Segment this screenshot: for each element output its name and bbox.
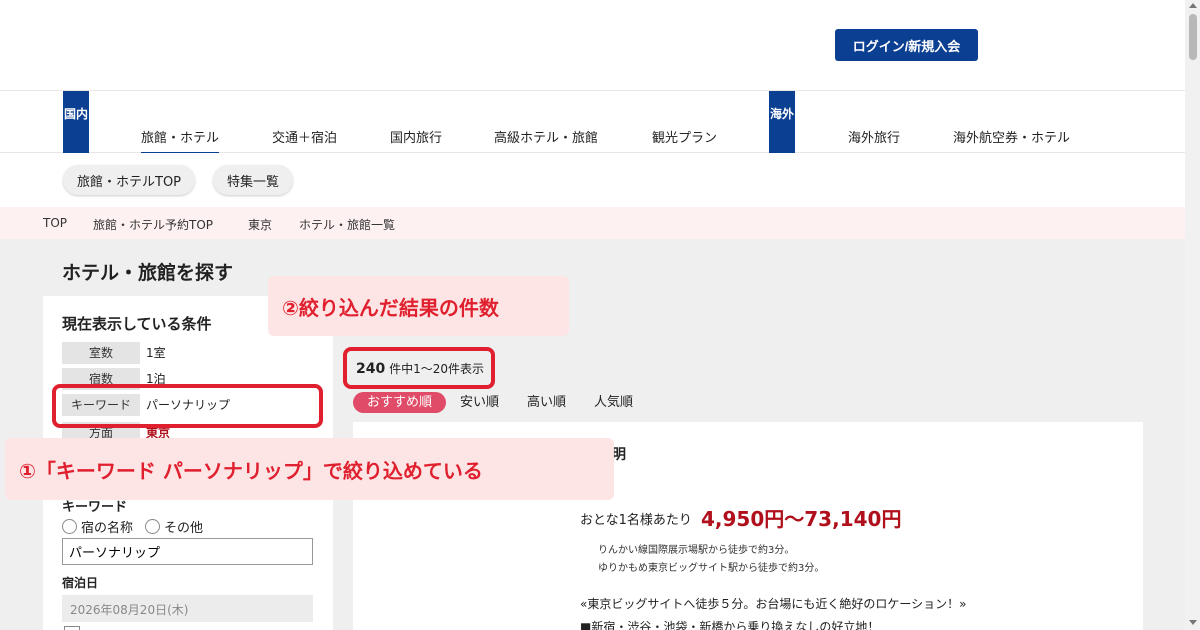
breadcrumb-current: ホテル・旅館一覧 <box>299 218 396 232</box>
option-checkbox[interactable] <box>64 626 80 630</box>
count-highlight-box <box>343 347 495 389</box>
nav-item-overseas-air-hotel[interactable]: 海外航空券・ホテル <box>953 127 1070 146</box>
scroll-up-icon[interactable] <box>1189 3 1197 8</box>
stay-date-input[interactable]: 2026年08月20日(木) <box>62 595 313 622</box>
keyword-highlight-box <box>52 384 323 428</box>
condition-label-rooms: 室数 <box>62 342 140 364</box>
sort-tab-recommended[interactable]: おすすめ順 <box>353 391 447 413</box>
annotation-callout-keyword: ①「キーワード パーソナリップ」で絞り込めている <box>5 438 614 500</box>
keyword-type-radios: 宿の名称 その他 <box>62 517 203 536</box>
radio-other[interactable] <box>145 519 161 534</box>
pill-hotels-top[interactable]: 旅館・ホテルTOP <box>63 165 196 195</box>
breadcrumb: TOP 旅館・ホテル予約TOP 東京 ホテル・旅館一覧 <box>0 207 1185 239</box>
login-signup-button[interactable]: ログイン/新規入会 <box>835 29 978 61</box>
access-line-1: りんかい線国際展示場駅から徒歩で約3分。 <box>598 545 795 556</box>
price-label: おとな1名様あたり <box>580 513 692 528</box>
access-line-2: ゆりかもめ東京ビッグサイト駅から徒歩で約3分。 <box>598 563 825 574</box>
sort-tabs: おすすめ順 安い順 高い順 人気順 <box>353 391 647 413</box>
nav-item-domestic-travel[interactable]: 国内旅行 <box>390 127 442 146</box>
keyword-input[interactable] <box>62 538 313 565</box>
sub-nav: 旅館・ホテルTOP 特集一覧 <box>0 153 1185 207</box>
radio-hotel-name[interactable] <box>62 519 77 534</box>
breadcrumb-tokyo[interactable]: 東京 <box>248 216 272 233</box>
radio-other-label: その他 <box>164 521 204 536</box>
nav-item-transport-stay[interactable]: 交通＋宿泊 <box>272 127 337 146</box>
stay-date-heading: 宿泊日 <box>62 576 99 590</box>
sort-tab-popular[interactable]: 人気順 <box>580 392 647 413</box>
feature-text: ■新宿・渋谷・池袋・新橋から乗り換えなしの好立地！ <box>580 620 880 630</box>
overseas-tag: 海外 <box>769 91 795 153</box>
conditions-heading: 現在表示している条件 <box>62 315 212 333</box>
condition-value-rooms: 1室 <box>146 346 166 360</box>
catch-copy: «東京ビッグサイトへ徒歩５分。お台場にも近く絶好のロケーション！» <box>580 597 967 611</box>
pill-feature-list[interactable]: 特集一覧 <box>213 165 294 195</box>
annotation-callout-count: ②絞り込んだ結果の件数 <box>268 276 569 336</box>
nav-item-overseas-travel[interactable]: 海外旅行 <box>848 127 900 146</box>
sort-tab-expensive[interactable]: 高い順 <box>513 392 580 413</box>
domestic-tag: 国内 <box>63 91 89 153</box>
price-range: 4,950円～73,140円 <box>701 507 902 531</box>
breadcrumb-top[interactable]: TOP <box>43 216 67 230</box>
page-scrollbar[interactable] <box>1185 0 1200 630</box>
global-nav: 国内 旅館・ホテル 交通＋宿泊 国内旅行 高級ホテル・旅館 観光プラン 海外 海… <box>0 90 1185 154</box>
scroll-down-icon[interactable] <box>1189 620 1197 625</box>
page-title: ホテル・旅館を探す <box>62 262 234 284</box>
breadcrumb-hotel-booking-top[interactable]: 旅館・ホテル予約TOP <box>93 216 213 233</box>
nav-item-hotels[interactable]: 旅館・ホテル <box>141 127 220 154</box>
top-header: ログイン/新規入会 <box>0 0 1185 90</box>
radio-hotel-name-label: 宿の名称 <box>81 521 134 536</box>
sort-tab-cheapest[interactable]: 安い順 <box>446 392 513 413</box>
scroll-thumb[interactable] <box>1189 14 1197 60</box>
hotel-name[interactable]: 明 <box>612 444 626 464</box>
nav-item-sightseeing[interactable]: 観光プラン <box>652 127 717 146</box>
nav-item-luxury[interactable]: 高級ホテル・旅館 <box>494 127 598 146</box>
